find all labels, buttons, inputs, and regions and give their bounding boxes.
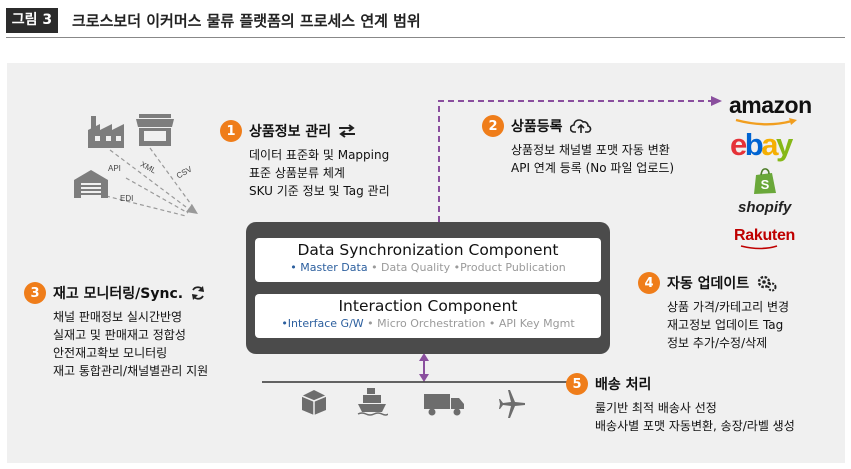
step-1-product-info: 1 상품정보 관리 데이터 표준화 및 Mapping 표준 상품분류 체계 S… xyxy=(220,120,390,200)
interaction-component: Interaction Component •Interface G/W • M… xyxy=(255,294,601,338)
component-item: •Product Publication xyxy=(453,261,566,274)
step-line: 상품 가격/카테고리 변경 xyxy=(667,300,790,314)
component-item: • Master Data xyxy=(290,261,368,274)
source-label-edi: EDI xyxy=(120,194,134,203)
airplane-icon xyxy=(499,390,525,418)
step-line: 안전재고확보 모니터링 xyxy=(53,346,168,360)
component-item: •Interface G/W xyxy=(281,317,364,330)
truck-icon xyxy=(424,394,464,416)
step-line: API 연계 등록 (No 파일 업로드) xyxy=(511,161,675,175)
package-delivery-icon xyxy=(301,390,327,415)
amazon-smile-icon xyxy=(735,118,797,126)
store-icon xyxy=(136,114,174,146)
step-line: 룰기반 최적 배송사 선정 xyxy=(595,401,717,415)
marketplace-arrowhead xyxy=(711,96,722,106)
shopify-bag-icon: S xyxy=(754,168,776,194)
step-5-delivery: 5 배송 처리 룰기반 최적 배송사 선정 배송사별 포맷 자동변환, 송장/라… xyxy=(566,373,795,435)
cloud-upload-icon xyxy=(569,118,592,134)
step-line: 정보 추가/수정/삭제 xyxy=(667,336,768,350)
warehouse-icon xyxy=(74,170,108,198)
step-number-badge: 1 xyxy=(220,120,242,142)
step-number-badge: 4 xyxy=(638,272,660,294)
step-line: 표준 상품분류 체계 xyxy=(249,166,345,180)
component-item: • Data Quality xyxy=(371,261,451,274)
amazon-logo: amazon xyxy=(729,92,812,118)
ship-icon xyxy=(357,388,388,416)
step-number-badge: 3 xyxy=(24,282,46,304)
source-label-api: API xyxy=(108,164,121,173)
step-number-badge: 5 xyxy=(566,373,588,395)
rakuten-logo: Rakuten xyxy=(734,227,796,244)
step-line: SKU 기준 정보 및 Tag 관리 xyxy=(249,184,390,198)
exchange-arrows-icon xyxy=(338,124,356,138)
step-number-badge: 2 xyxy=(482,115,504,137)
step-line: 채널 판매정보 실시간반영 xyxy=(53,310,183,324)
component-item: • API Key Mgmt xyxy=(488,317,575,330)
data-sync-component: Data Synchronization Component • Master … xyxy=(255,238,601,282)
step-line: 배송사별 포맷 자동변환, 송장/라벨 생성 xyxy=(595,419,795,433)
step-4-auto-update: 4 자동 업데이트 상품 가격/카테고리 변경 재고정보 업데이트 Tag 정보… xyxy=(638,272,789,352)
ebay-logo: ebay xyxy=(730,127,793,162)
source-dashed-arrows xyxy=(105,147,194,217)
step-line: 재고정보 업데이트 Tag xyxy=(667,318,784,332)
svg-text:S: S xyxy=(761,177,770,192)
rakuten-swoosh-icon xyxy=(740,245,778,250)
platform-core-box: Data Synchronization Component • Master … xyxy=(246,222,610,354)
step-title: 자동 업데이트 xyxy=(667,276,750,292)
step-line: 실재고 및 판매재고 정합성 xyxy=(53,328,186,342)
step-title: 재고 모니터링/Sync. xyxy=(53,286,184,302)
component-title: Interaction Component xyxy=(338,297,518,315)
step-title: 상품등록 xyxy=(511,119,563,135)
component-title: Data Synchronization Component xyxy=(297,241,559,259)
factory-icon xyxy=(88,116,124,148)
step-line: 상품정보 채널별 포맷 자동 변환 xyxy=(511,143,670,157)
sync-icon xyxy=(190,285,206,301)
step-2-product-registration: 2 상품등록 상품정보 채널별 포맷 자동 변환 API 연계 등록 (No 파… xyxy=(482,115,674,177)
step-title: 상품정보 관리 xyxy=(249,124,332,140)
step-title: 배송 처리 xyxy=(595,377,652,393)
step-3-inventory-sync: 3 재고 모니터링/Sync. 채널 판매정보 실시간반영 실재고 및 판매재고… xyxy=(24,282,208,380)
step-line: 재고 통합관리/채널별관리 지원 xyxy=(53,364,209,378)
component-item: • Micro Orchestration xyxy=(367,317,486,330)
gears-icon xyxy=(756,274,778,292)
step-line: 데이터 표준화 및 Mapping xyxy=(249,148,390,162)
shopify-logo: shopify xyxy=(738,199,792,216)
